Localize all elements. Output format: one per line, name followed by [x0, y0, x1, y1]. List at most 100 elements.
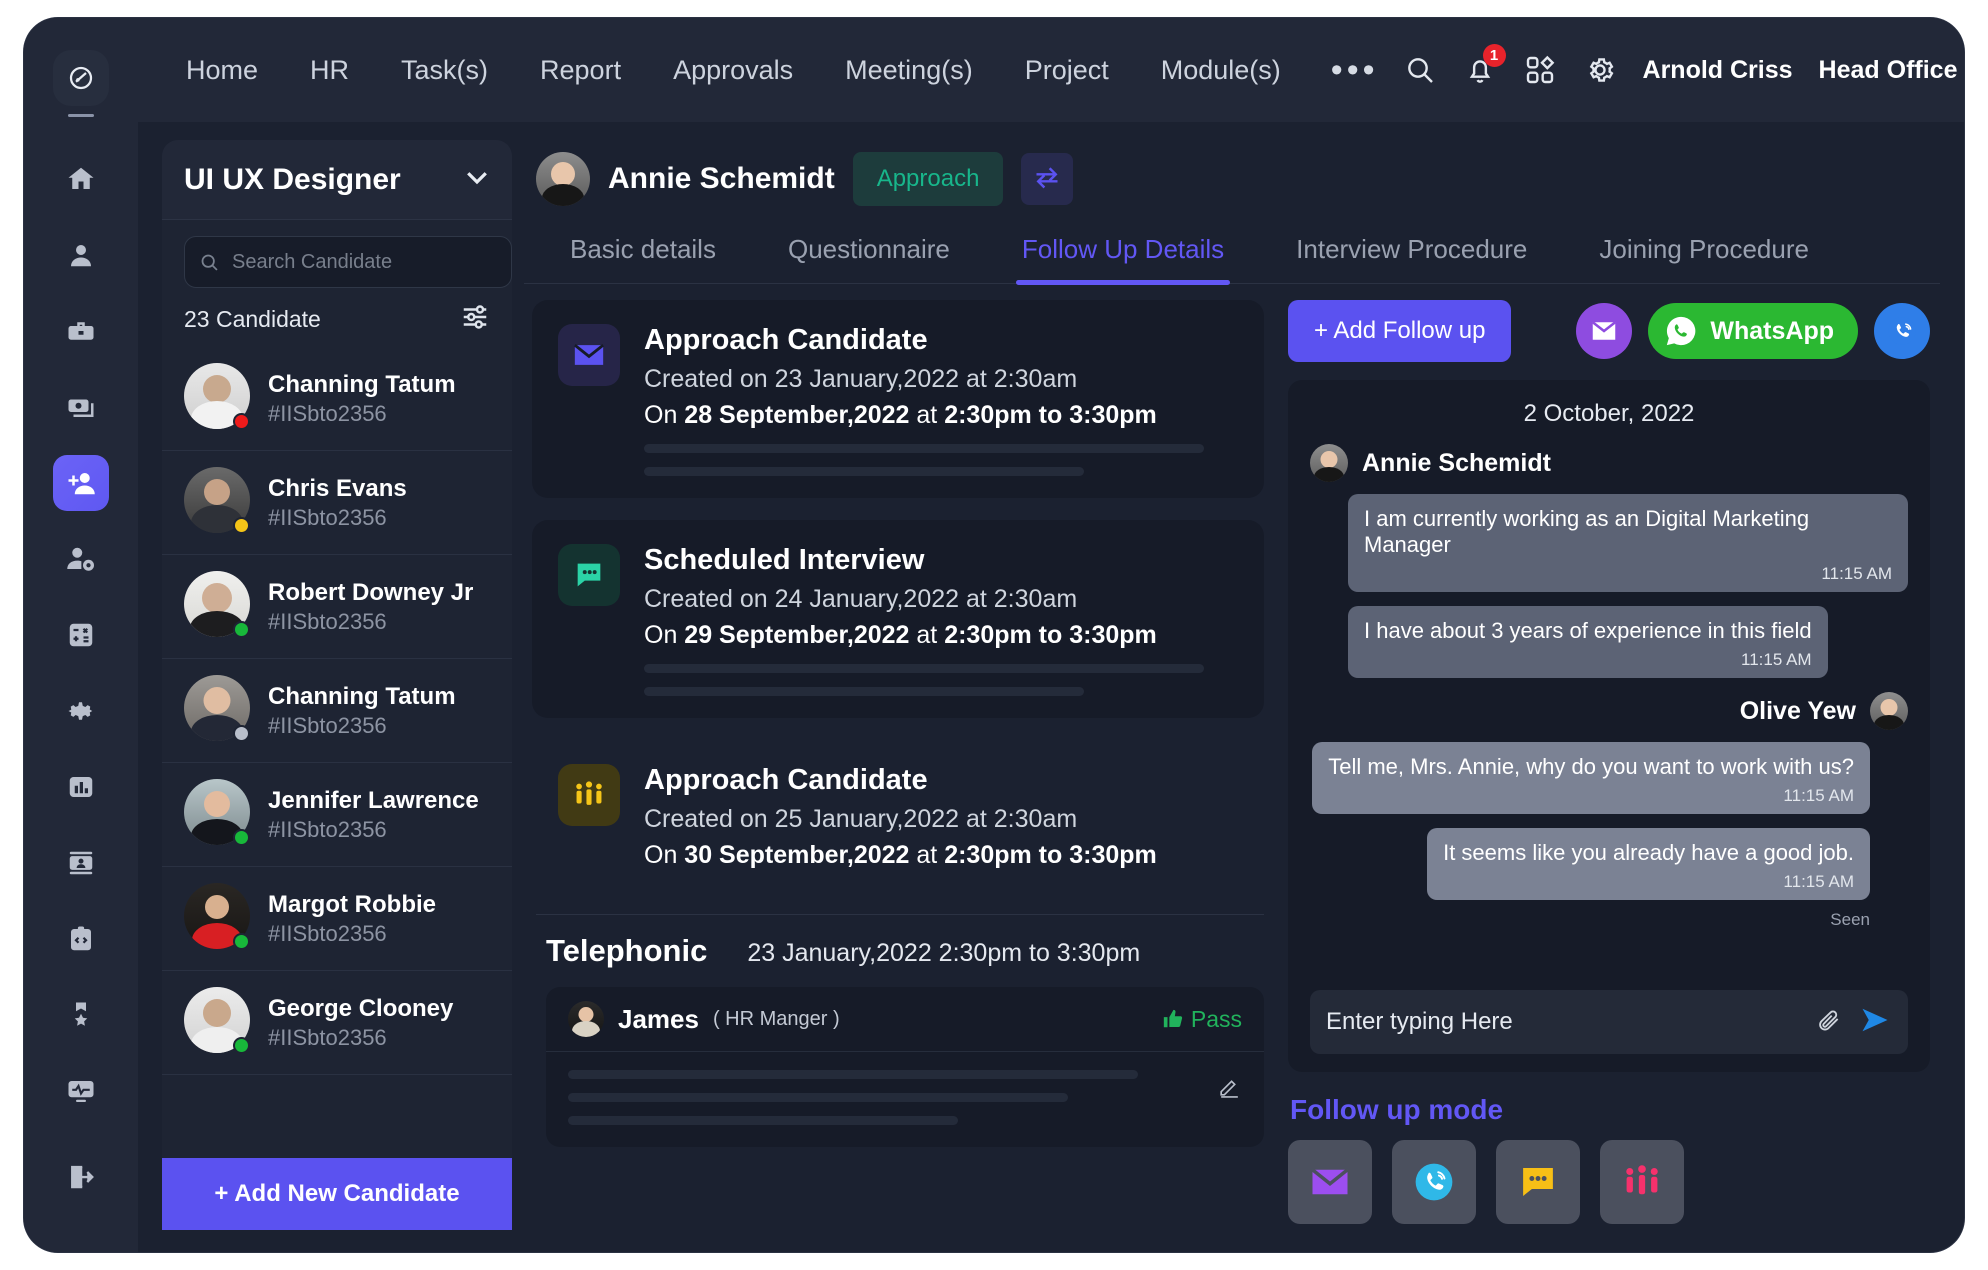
followup-on-date: 29 September,2022 [684, 621, 909, 649]
add-new-candidate-button[interactable]: + Add New Candidate [162, 1158, 512, 1230]
chevron-down-icon[interactable] [462, 162, 492, 197]
list-item[interactable]: Chris Evans #IISbto2356 [162, 451, 512, 555]
followup-title: Approach Candidate [644, 324, 1204, 357]
list-item[interactable]: Channing Tatum #IISbto2356 [162, 347, 512, 451]
list-item[interactable]: Robert Downey Jr #IISbto2356 [162, 555, 512, 659]
rail-item-logout[interactable] [53, 1149, 109, 1205]
rail-item-home[interactable] [53, 151, 109, 207]
candidate-list[interactable]: Channing Tatum #IISbto2356 Chris Evans #… [162, 347, 512, 1157]
list-item[interactable]: Channing Tatum #IISbto2356 [162, 659, 512, 763]
rail-item-user[interactable] [53, 227, 109, 283]
candidate-id: #IISbto2356 [268, 713, 456, 739]
rail-item-payroll[interactable] [53, 379, 109, 435]
followup-on-time: 2:30pm to 3:30pm [944, 841, 1157, 869]
whatsapp-button[interactable]: WhatsApp [1648, 303, 1858, 359]
edit-pencil-icon[interactable] [1217, 1074, 1242, 1104]
telephonic-title: Telephonic [546, 933, 707, 969]
mode-call-button[interactable] [1392, 1140, 1476, 1224]
nav-item-tasks[interactable]: Task(s) [375, 55, 514, 86]
interview-icon [558, 764, 620, 826]
followup-timeline[interactable]: Approach Candidate Created on 23 January… [524, 300, 1264, 1224]
placeholder-line [644, 687, 1084, 696]
tab-follow-up-details[interactable]: Follow Up Details [986, 234, 1260, 283]
search-candidate-box[interactable] [184, 236, 512, 288]
rail-item-code-clipboard[interactable] [53, 911, 109, 967]
header-office-name[interactable]: Head Office [1819, 56, 1958, 85]
followup-chat-column: + Add Follow up WhatsApp 2 October, 2022 [1288, 300, 1940, 1224]
mode-chat-button[interactable] [1496, 1140, 1580, 1224]
nav-item-project[interactable]: Project [999, 55, 1135, 86]
status-badge[interactable]: Approach [853, 152, 1004, 206]
telephonic-header: Telephonic 23 January,2022 2:30pm to 3:3… [532, 933, 1264, 987]
rail-item-settings[interactable] [53, 683, 109, 739]
candidate-id: #IISbto2356 [268, 401, 456, 427]
send-message-icon[interactable] [1858, 1005, 1892, 1040]
rail-items [53, 151, 109, 1252]
email-action-button[interactable] [1576, 303, 1632, 359]
search-candidate-input[interactable] [232, 251, 497, 274]
telephonic-card[interactable]: James ( HR Manger ) Pass [546, 987, 1264, 1147]
nav-item-report[interactable]: Report [514, 55, 647, 86]
chat-bubble-row: I have about 3 years of experience in th… [1310, 606, 1908, 692]
list-item[interactable]: George Clooney #IISbto2356 [162, 971, 512, 1075]
notifications-bell-icon[interactable]: 1 [1463, 53, 1497, 87]
status-dot [233, 621, 250, 638]
gear-icon[interactable] [1583, 53, 1617, 87]
rail-item-briefcase[interactable] [53, 303, 109, 359]
followup-card[interactable]: Approach Candidate Created on 25 January… [532, 740, 1264, 892]
candidate-count-label: 23 Candidate [184, 306, 321, 333]
chat-icon [558, 544, 620, 606]
mode-mail-button[interactable] [1288, 1140, 1372, 1224]
chat-bubble-text: Tell me, Mrs. Annie, why do you want to … [1328, 754, 1854, 779]
divider [536, 914, 1264, 915]
search-icon[interactable] [1403, 53, 1437, 87]
nav-item-modules[interactable]: Module(s) [1135, 55, 1307, 86]
followup-on-prefix: On [644, 621, 684, 649]
tab-basic-details[interactable]: Basic details [534, 234, 752, 283]
add-follow-up-button[interactable]: + Add Follow up [1288, 300, 1511, 362]
chat-date-label: 2 October, 2022 [1310, 400, 1908, 428]
tab-interview-procedure[interactable]: Interview Procedure [1260, 234, 1563, 283]
rail-item-user-settings[interactable] [53, 531, 109, 587]
list-item[interactable]: Jennifer Lawrence #IISbto2356 [162, 763, 512, 867]
nav-item-hr[interactable]: HR [284, 55, 375, 86]
nav-item-home[interactable]: Home [160, 55, 284, 86]
rail-item-add-candidate[interactable] [53, 455, 109, 511]
tab-joining-procedure[interactable]: Joining Procedure [1563, 234, 1845, 283]
follow-up-mode-label: Follow up mode [1290, 1094, 1930, 1126]
rail-item-id-card[interactable] [53, 835, 109, 891]
nav-overflow-icon[interactable]: ••• [1307, 60, 1403, 80]
status-dot [233, 725, 250, 742]
result-label: Pass [1191, 1006, 1242, 1033]
chat-messages[interactable]: Annie Schemidt I am currently working as… [1310, 444, 1908, 980]
avatar [184, 779, 250, 850]
rail-item-calculator[interactable] [53, 607, 109, 663]
attachment-clip-icon[interactable] [1816, 1007, 1842, 1038]
chat-input-bar[interactable] [1310, 990, 1908, 1054]
rail-item-medal[interactable] [53, 987, 109, 1043]
rail-item-reports[interactable] [53, 759, 109, 815]
followup-on-time: 2:30pm to 3:30pm [944, 621, 1157, 649]
mode-interview-button[interactable] [1600, 1140, 1684, 1224]
candidate-name: Jennifer Lawrence [268, 787, 479, 815]
avatar [184, 675, 250, 746]
chat-bubble[interactable]: It seems like you already have a good jo… [1427, 828, 1870, 900]
header-user-name[interactable]: Arnold Criss [1643, 56, 1793, 85]
chat-bubble[interactable]: I have about 3 years of experience in th… [1348, 606, 1828, 678]
chat-bubble[interactable]: I am currently working as an Digital Mar… [1348, 494, 1908, 592]
followup-card[interactable]: Approach Candidate Created on 23 January… [532, 300, 1264, 498]
list-item[interactable]: Margot Robbie #IISbto2356 [162, 867, 512, 971]
filter-icon[interactable] [460, 302, 490, 337]
rail-item-monitor-activity[interactable] [53, 1063, 109, 1119]
chat-bubble[interactable]: Tell me, Mrs. Annie, why do you want to … [1312, 742, 1870, 814]
result-badge: Pass [1162, 1006, 1242, 1033]
apps-grid-icon[interactable] [1523, 53, 1557, 87]
nav-item-meetings[interactable]: Meeting(s) [819, 55, 999, 86]
nav-item-approvals[interactable]: Approvals [647, 55, 819, 86]
tab-questionnaire[interactable]: Questionnaire [752, 234, 986, 283]
chat-message-input[interactable] [1326, 1008, 1800, 1036]
candidate-id: #IISbto2356 [268, 1025, 453, 1051]
swap-icon[interactable] [1021, 153, 1073, 205]
followup-card[interactable]: Scheduled Interview Created on 24 Januar… [532, 520, 1264, 718]
call-action-button[interactable] [1874, 303, 1930, 359]
